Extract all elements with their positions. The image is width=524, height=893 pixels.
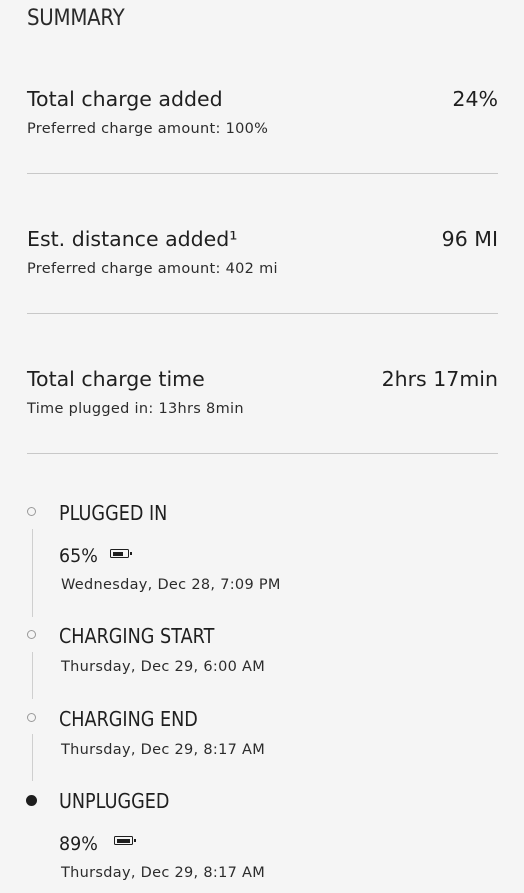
timeline-dot-icon [26, 795, 37, 806]
summary-row-value: 24% [452, 87, 498, 111]
summary-row-label: Total charge added [27, 87, 223, 111]
divider [27, 453, 498, 454]
timeline-event-time: Thursday, Dec 29, 8:17 AM [61, 742, 266, 758]
timeline-dot-icon [27, 507, 36, 516]
divider [27, 313, 498, 314]
timeline-event-title: CHARGING START [59, 624, 215, 648]
timeline-event-title: PLUGGED IN [59, 501, 168, 525]
summary-row-value: 96 MI [441, 227, 498, 251]
summary-row-charge-added: Total charge added 24% Preferred charge … [27, 87, 498, 147]
summary-row-label: Total charge time [27, 367, 205, 391]
summary-row-distance-added: Est. distance added¹ 96 MI Preferred cha… [27, 227, 498, 287]
timeline-dot-icon [27, 630, 36, 639]
timeline-event-time: Thursday, Dec 29, 6:00 AM [61, 659, 266, 675]
battery-icon [114, 836, 136, 845]
battery-level: 65% [59, 545, 98, 567]
timeline-event-title: UNPLUGGED [59, 789, 170, 813]
timeline-connector [32, 652, 33, 699]
summary-row-label: Est. distance added¹ [27, 227, 238, 251]
summary-row-subtext: Preferred charge amount: 402 mi [27, 261, 278, 277]
timeline-connector [32, 529, 33, 617]
summary-row-subtext: Preferred charge amount: 100% [27, 121, 269, 137]
timeline-event-title: CHARGING END [59, 707, 198, 731]
divider [27, 173, 498, 174]
timeline-event-time: Thursday, Dec 29, 8:17 AM [61, 865, 266, 881]
summary-row-charge-time: Total charge time 2hrs 17min Time plugge… [27, 367, 498, 427]
summary-row-subtext: Time plugged in: 13hrs 8min [27, 401, 244, 417]
battery-icon [110, 549, 132, 558]
battery-level: 89% [59, 833, 98, 855]
timeline-connector [32, 734, 33, 781]
timeline-dot-icon [27, 713, 36, 722]
summary-row-value: 2hrs 17min [381, 367, 498, 391]
timeline-event-time: Wednesday, Dec 28, 7:09 PM [61, 577, 281, 593]
summary-title: SUMMARY [27, 6, 125, 31]
